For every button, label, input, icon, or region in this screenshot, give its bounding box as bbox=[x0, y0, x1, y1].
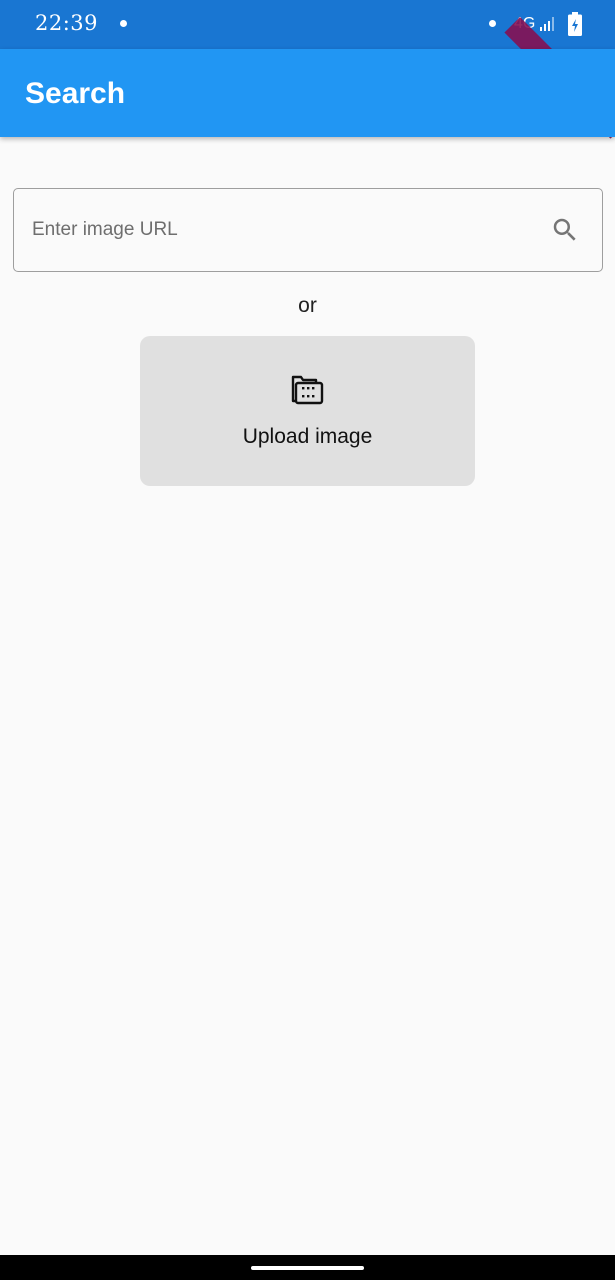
system-nav-bar bbox=[0, 1255, 615, 1280]
battery-charging-icon bbox=[568, 12, 582, 36]
folder-photo-icon bbox=[291, 375, 324, 405]
upload-image-label: Upload image bbox=[242, 425, 373, 448]
search-icon[interactable] bbox=[550, 215, 580, 245]
page-title: Search bbox=[25, 77, 126, 110]
signal-icon bbox=[540, 17, 554, 31]
search-input[interactable] bbox=[32, 189, 542, 270]
search-field[interactable] bbox=[13, 188, 603, 272]
notification-dot-icon bbox=[489, 20, 496, 27]
notification-dot-icon bbox=[120, 20, 127, 27]
home-indicator[interactable] bbox=[251, 1266, 364, 1270]
upload-image-button[interactable]: Upload image bbox=[140, 336, 475, 486]
status-time: 22:39 bbox=[35, 11, 99, 35]
or-divider-text: or bbox=[298, 294, 317, 317]
app-bar: Search bbox=[0, 49, 615, 137]
